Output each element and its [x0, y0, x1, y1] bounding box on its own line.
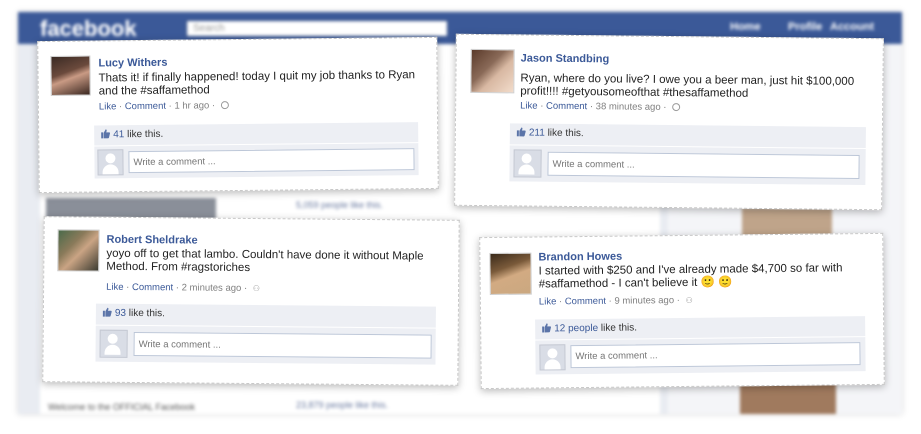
like-summary: 93 like this. [95, 303, 436, 328]
like-suffix: like this. [127, 128, 164, 141]
post-timestamp[interactable]: 38 minutes ago [596, 101, 661, 113]
comment-row [535, 337, 866, 375]
comment-input[interactable] [133, 331, 432, 359]
thumbs-up-icon [101, 129, 111, 139]
user-avatar-placeholder [513, 149, 542, 178]
post-author-name[interactable]: Robert Sheldrake [106, 234, 197, 247]
post-actions: Like · Comment · 38 minutes ago · [520, 100, 681, 113]
like-suffix: like this. [128, 307, 165, 320]
comment-link[interactable]: Comment [132, 282, 173, 293]
comment-link[interactable]: Comment [546, 101, 587, 112]
post-actions: Like · Comment · 9 minutes ago · ⚇ [538, 294, 693, 308]
post-card: Brandon Howes I started with $250 and I'… [479, 232, 885, 390]
post-message: yoyo off to get that lambo. Couldn't hav… [106, 247, 424, 274]
thumbs-up-icon [102, 307, 112, 317]
like-link[interactable]: Like [539, 296, 557, 307]
globe-icon [220, 101, 229, 110]
globe-icon [672, 103, 681, 112]
post-card: Lucy Withers Thats it! if finally happen… [37, 36, 439, 194]
blurred-search-input: Search [186, 20, 448, 37]
blurred-like-text: 5,059 people like this. [296, 200, 384, 210]
avatar[interactable] [57, 229, 100, 272]
facebook-logo: facebook [40, 16, 137, 41]
user-avatar-placeholder [97, 149, 124, 176]
post-message: Thats it! if finally happened! today I q… [98, 69, 416, 98]
like-summary: 41 like this. [94, 122, 419, 146]
post-author-name[interactable]: Jason Standbing [521, 52, 610, 65]
like-link[interactable]: Like [520, 100, 538, 111]
like-count[interactable]: 211 [529, 128, 545, 139]
like-suffix: like this. [547, 127, 584, 140]
blurred-nav-profile: Profile [788, 21, 823, 33]
post-card: Robert Sheldrake yoyo off to get that la… [42, 216, 460, 386]
blurred-nav-account: Account [830, 21, 874, 33]
avatar[interactable] [50, 55, 91, 96]
avatar[interactable] [489, 252, 532, 296]
post-message: Ryan, where do you live? I owe you a bee… [520, 72, 855, 100]
post-timestamp[interactable]: 2 minutes ago [182, 282, 242, 294]
comment-row [509, 145, 866, 186]
comment-input[interactable] [570, 342, 861, 369]
friends-icon: ⚇ [685, 295, 693, 305]
like-count[interactable]: 41 [113, 129, 124, 140]
post-timestamp[interactable]: 1 hr ago [174, 100, 209, 111]
blurred-welcome-text: Welcome to the OFFICIAL Facebook [48, 402, 196, 412]
thumbs-up-icon [542, 323, 552, 333]
like-link[interactable]: Like [99, 101, 117, 112]
blurred-like-text: 23,879 people like this. [296, 400, 389, 410]
user-avatar-placeholder [99, 329, 128, 358]
like-count[interactable]: 93 [115, 308, 126, 319]
user-avatar-placeholder [539, 344, 566, 371]
post-author-name[interactable]: Brandon Howes [538, 251, 622, 264]
like-summary: 12 people like this. [535, 316, 866, 340]
post-timestamp[interactable]: 9 minutes ago [614, 295, 674, 307]
post-actions: Like · Comment · 2 minutes ago · ⚇ [106, 281, 260, 294]
like-link[interactable]: Like [106, 282, 124, 293]
like-suffix: like this. [600, 322, 638, 334]
post-author-name[interactable]: Lucy Withers [98, 57, 167, 70]
like-count[interactable]: 12 people [554, 323, 598, 334]
comment-link[interactable]: Comment [125, 101, 166, 112]
friends-icon: ⚇ [252, 284, 260, 294]
comment-row [95, 325, 436, 365]
comment-row [94, 143, 419, 179]
blurred-nav-home: Home [730, 21, 761, 33]
thumbs-up-icon [516, 127, 526, 137]
post-message: I started with $250 and I've already mad… [538, 262, 843, 291]
post-actions: Like · Comment · 1 hr ago · [99, 100, 229, 112]
comment-link[interactable]: Comment [565, 296, 606, 307]
comment-input[interactable] [547, 151, 860, 179]
post-card: Jason Standbing Ryan, where do you live?… [454, 33, 884, 211]
comment-input[interactable] [128, 148, 415, 174]
avatar[interactable] [470, 48, 515, 94]
like-summary: 211 like this. [509, 123, 866, 149]
